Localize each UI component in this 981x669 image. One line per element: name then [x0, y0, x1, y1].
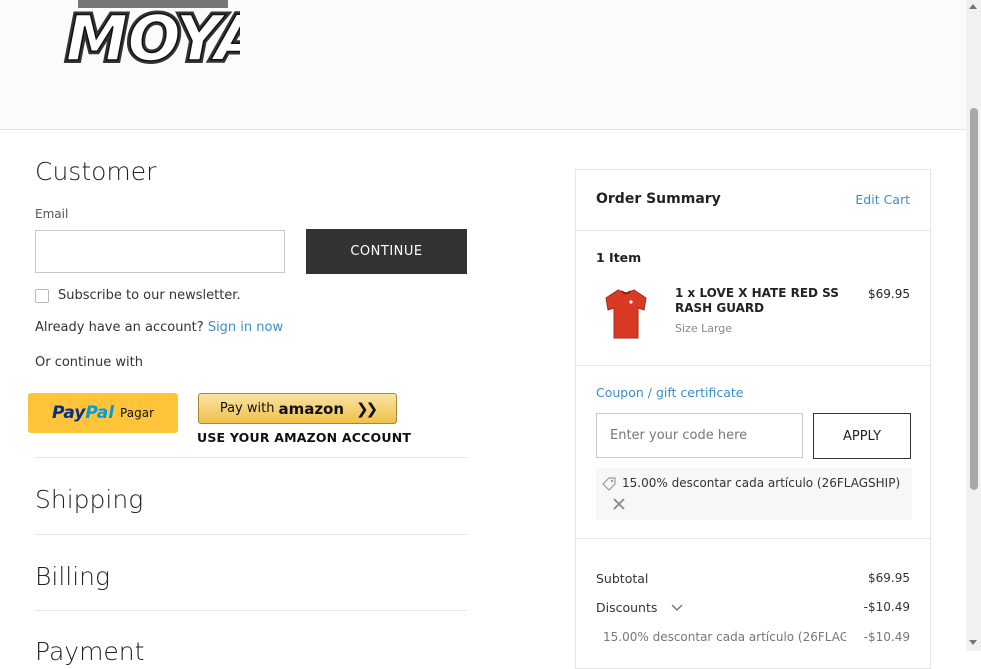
- coupon-input[interactable]: Enter your code here: [596, 413, 803, 458]
- subtotal-label: Subtotal: [596, 571, 649, 586]
- divider: [576, 365, 930, 366]
- product-name: 1 x LOVE X HATE RED SS RASH GUARD: [675, 286, 839, 315]
- page-header: MOYA MOYA: [0, 0, 966, 130]
- account-prompt: Already have an account? Sign in now: [35, 320, 283, 335]
- logo-text: MOYA: [66, 2, 240, 66]
- apply-coupon-button[interactable]: APPLY: [813, 413, 911, 459]
- order-summary: Order Summary Edit Cart 1 Item 1 x LOVE …: [575, 169, 931, 669]
- discount-line: 15.00% descontar cada artículo (26FLAG: [596, 630, 846, 644]
- tag-icon: [602, 477, 616, 491]
- account-prompt-text: Already have an account?: [35, 320, 204, 335]
- or-continue-text: Or continue with: [35, 355, 143, 370]
- applied-coupon-text: 15.00% descontar cada artículo (26FLAGSH…: [622, 476, 901, 490]
- amazon-subtext: USE YOUR AMAZON ACCOUNT: [197, 430, 412, 445]
- shipping-heading[interactable]: Shipping: [35, 485, 143, 514]
- store-logo[interactable]: MOYA MOYA: [60, 0, 240, 66]
- discount-line-value: -$10.49: [863, 630, 910, 644]
- divider: [35, 610, 467, 611]
- double-chevron-right-icon: ❯❯: [356, 399, 378, 418]
- item-count: 1 Item: [596, 250, 642, 265]
- email-label: Email: [35, 207, 69, 221]
- discount-line-label: 15.00% descontar cada artículo (26FLAG: [603, 630, 846, 644]
- email-field[interactable]: [35, 230, 285, 273]
- paypal-pagar: Pagar: [120, 406, 155, 420]
- divider: [35, 534, 467, 535]
- paypal-pal: Pal: [85, 403, 115, 423]
- newsletter-label: Subscribe to our newsletter.: [58, 288, 241, 303]
- sign-in-link[interactable]: Sign in now: [208, 320, 283, 335]
- close-icon[interactable]: [612, 497, 626, 511]
- continue-button[interactable]: CONTINUE: [306, 229, 467, 274]
- applied-coupon: 15.00% descontar cada artículo (26FLAGSH…: [596, 468, 912, 520]
- scroll-down-arrow-icon[interactable]: [969, 640, 977, 645]
- payment-heading[interactable]: Payment: [35, 637, 144, 666]
- billing-heading[interactable]: Billing: [35, 562, 110, 591]
- subtotal-value: $69.95: [868, 571, 910, 585]
- edit-cart-link[interactable]: Edit Cart: [855, 192, 910, 207]
- product-size: Size Large: [675, 322, 733, 335]
- paypal-pay: Pay: [51, 403, 86, 423]
- newsletter-checkbox[interactable]: [35, 288, 49, 303]
- scrollbar-thumb[interactable]: [970, 108, 978, 490]
- page-scrollbar[interactable]: [966, 0, 981, 651]
- discounts-toggle[interactable]: Discounts: [596, 600, 683, 615]
- amazon-pay-button[interactable]: Pay with amazon ❯❯: [198, 393, 397, 424]
- divider: [35, 457, 467, 458]
- product-price: $69.95: [868, 287, 910, 301]
- paypal-button[interactable]: Pay Pal Pagar: [28, 393, 178, 433]
- chevron-down-icon: [671, 604, 683, 611]
- coupon-link[interactable]: Coupon / gift certificate: [596, 385, 744, 400]
- scroll-up-arrow-icon[interactable]: [969, 4, 977, 9]
- divider: [576, 230, 930, 231]
- discounts-value: -$10.49: [863, 600, 910, 614]
- order-summary-title: Order Summary: [596, 191, 721, 207]
- product-thumbnail: [602, 286, 650, 342]
- customer-heading: Customer: [35, 157, 157, 186]
- newsletter-option[interactable]: Subscribe to our newsletter.: [35, 288, 241, 303]
- amazon-word: amazon: [278, 399, 345, 418]
- divider: [576, 538, 930, 539]
- amazon-pay-with: Pay with: [219, 401, 275, 416]
- discounts-label: Discounts: [596, 600, 658, 615]
